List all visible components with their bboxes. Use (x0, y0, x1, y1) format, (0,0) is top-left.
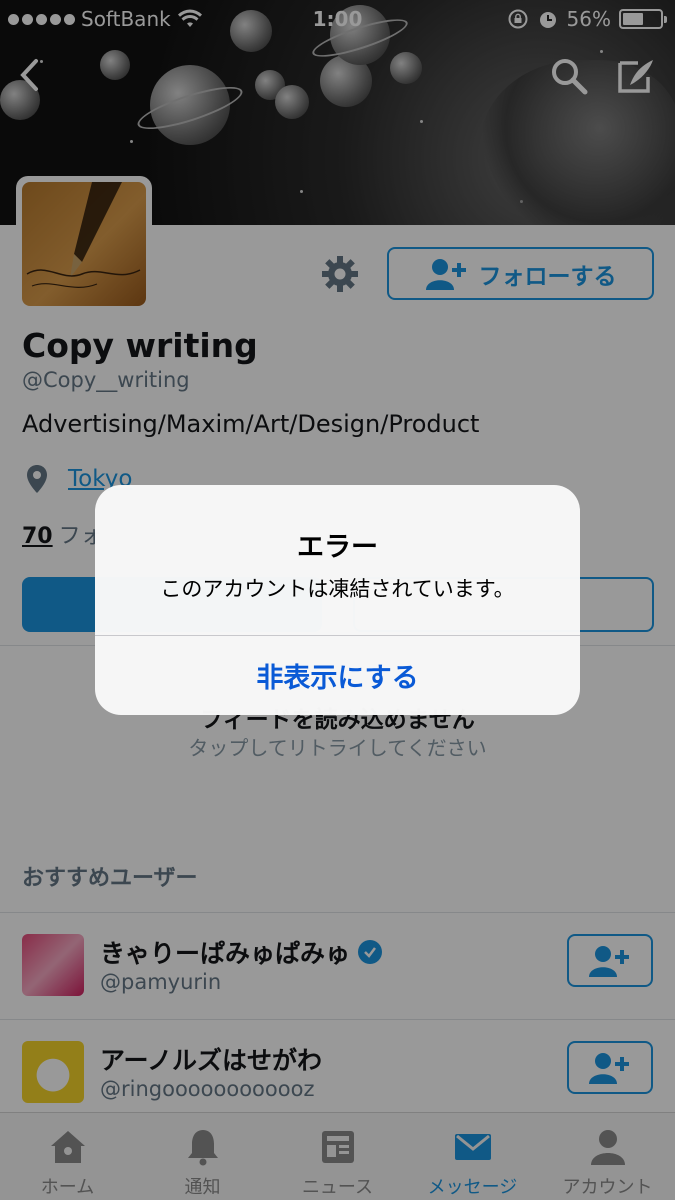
alert-title: エラー (297, 532, 378, 563)
hide-button[interactable]: 非表示にする (95, 636, 580, 715)
error-alert: エラー このアカウントは凍結されています。 非表示にする (95, 485, 580, 715)
alert-message: このアカウントは凍結されています。 (160, 577, 515, 601)
